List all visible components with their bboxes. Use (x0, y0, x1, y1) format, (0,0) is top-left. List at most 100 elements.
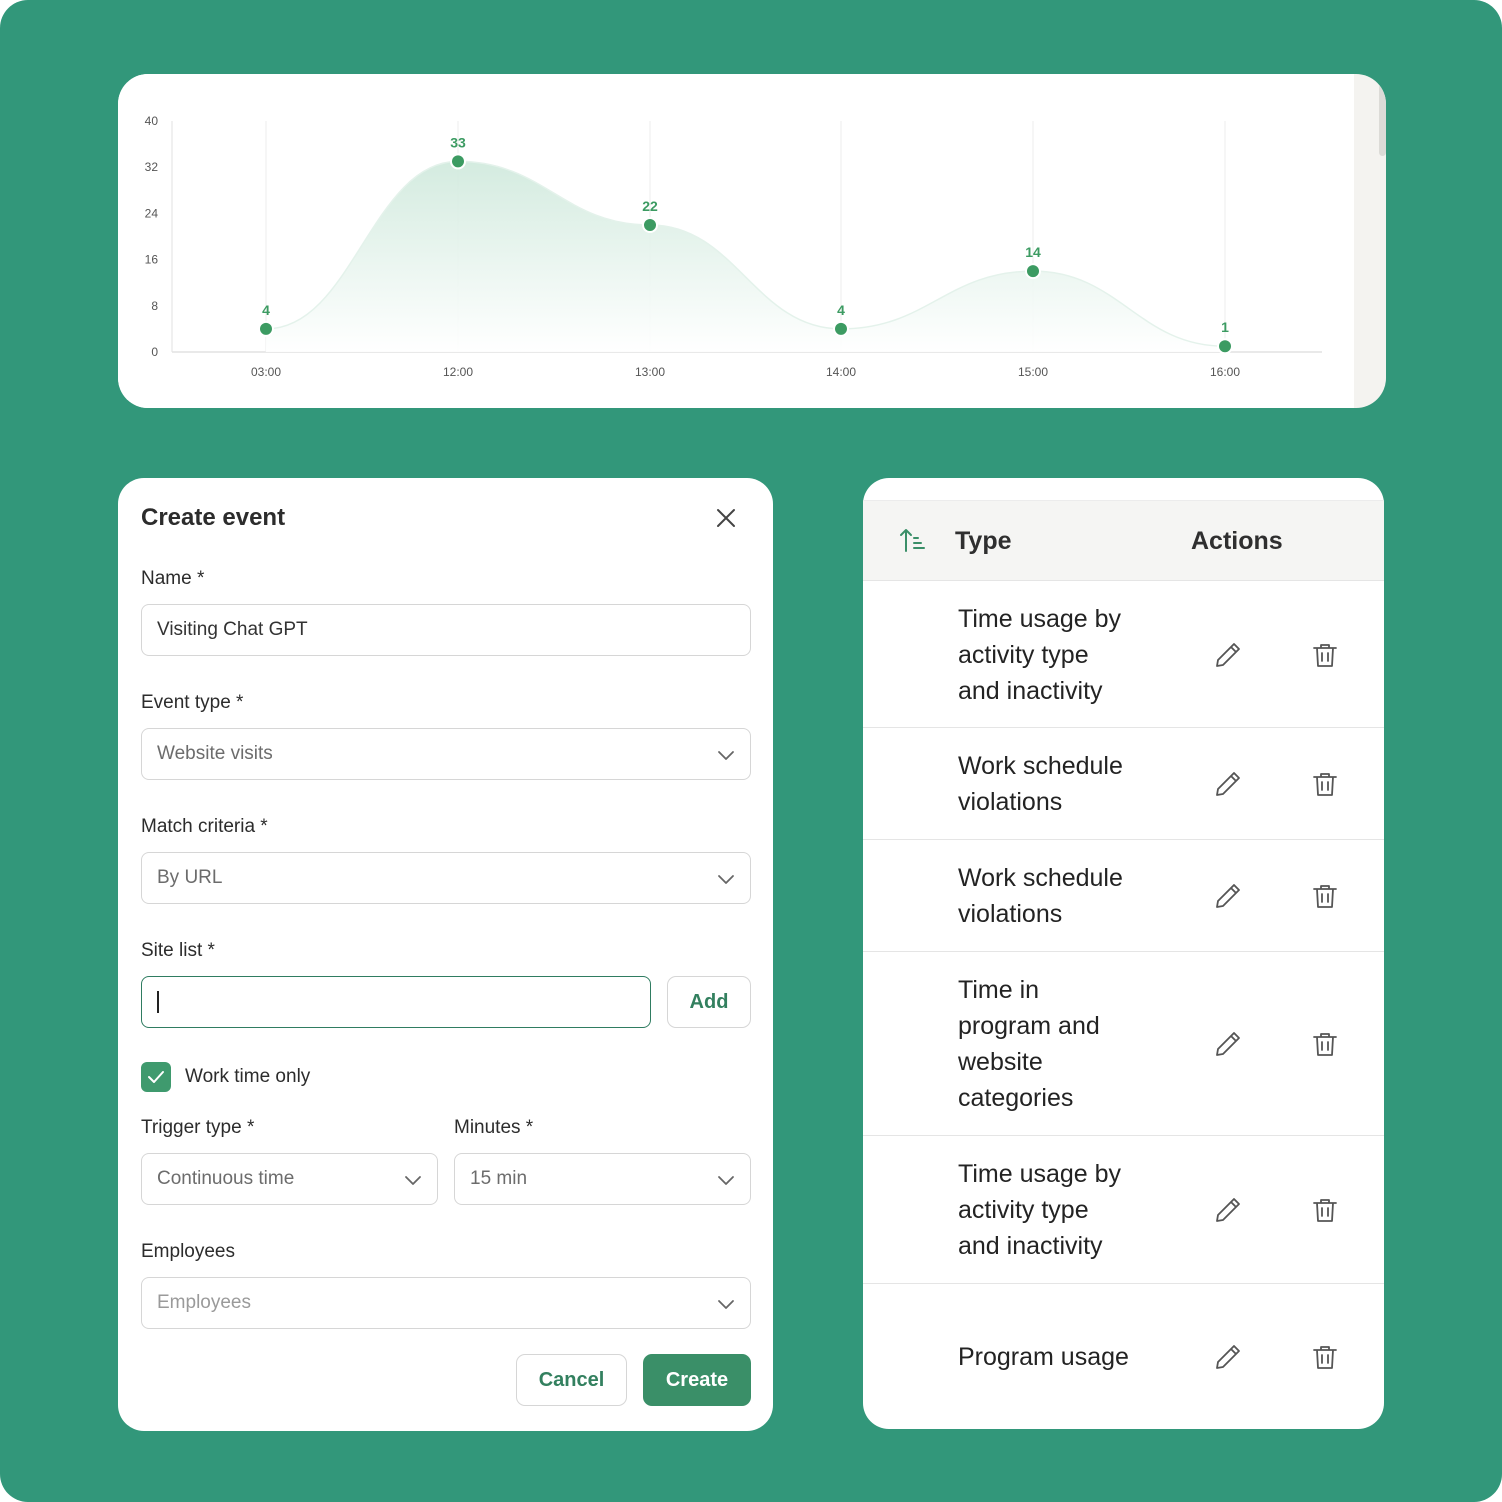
close-icon (717, 509, 735, 527)
chevron-down-icon (718, 751, 734, 760)
row-type-line: violations (958, 788, 1063, 816)
row-type-line: activity type (958, 1196, 1089, 1224)
employees-label: Employees (141, 1241, 235, 1262)
area-chart: 0 8 16 24 32 40 4 03:00 33 12:00 22 13:00 4 14:00 14 15… (145, 114, 1322, 379)
employees-select[interactable]: Employees (141, 1277, 751, 1329)
chevron-down-icon (405, 1176, 421, 1185)
minutes-value: 15 min (470, 1168, 528, 1189)
data-label: 14 (1025, 244, 1041, 260)
row-type-line: violations (958, 900, 1063, 928)
pencil-icon[interactable] (1212, 880, 1244, 912)
table-row: Work schedule violations (863, 728, 1384, 840)
close-button[interactable] (712, 504, 740, 532)
event-type-value: Website visits (157, 743, 273, 764)
row-type-line: activity type (958, 640, 1089, 669)
row-type-label: Work schedule violations (958, 860, 1158, 932)
table-row: Time usage by activity type and inactivity (863, 1136, 1384, 1284)
row-type-label: Work schedule violations (958, 748, 1158, 820)
row-type-line: website (958, 1048, 1043, 1076)
row-type-line: categories (958, 1084, 1074, 1112)
trash-icon[interactable] (1309, 1028, 1341, 1060)
data-point[interactable] (833, 320, 849, 337)
column-header-actions: Actions (1191, 527, 1283, 555)
row-type-label: Program usage (958, 1339, 1158, 1375)
chart-scrollbar[interactable] (1379, 84, 1386, 156)
pencil-icon[interactable] (1212, 639, 1244, 671)
trash-icon[interactable] (1309, 768, 1341, 800)
series-area (266, 161, 1225, 352)
row-type-line: Time in (958, 976, 1040, 1004)
chevron-down-icon (718, 1176, 734, 1185)
y-tick-label: 24 (145, 206, 159, 220)
trash-icon[interactable] (1309, 1194, 1341, 1226)
y-tick-label: 0 (151, 345, 158, 359)
trigger-type-select[interactable]: Continuous time (141, 1153, 438, 1205)
x-tick-label: 03:00 (251, 365, 281, 379)
pencil-icon[interactable] (1212, 1341, 1244, 1373)
row-type-line: Time usage by (958, 1160, 1122, 1188)
y-tick-label: 16 (145, 253, 159, 267)
y-tick-label: 32 (145, 160, 159, 174)
site-list-input[interactable] (141, 976, 651, 1028)
pencil-icon[interactable] (1212, 768, 1244, 800)
row-type-label: Time in program and website categories (958, 972, 1158, 1116)
pencil-icon[interactable] (1212, 1028, 1244, 1060)
row-type-line: and inactivity (958, 676, 1103, 705)
chevron-down-icon (718, 875, 734, 884)
row-type-line: Work schedule (958, 864, 1123, 892)
data-label: 1 (1221, 319, 1229, 335)
row-type-line: Work schedule (958, 752, 1123, 780)
employees-placeholder: Employees (157, 1292, 251, 1313)
name-label: Name * (141, 568, 205, 589)
chart-card: 0 8 16 24 32 40 4 03:00 33 12:00 22 13:00 4 14:00 14 15… (118, 74, 1386, 408)
y-tick-label: 8 (151, 299, 158, 313)
check-icon (148, 1071, 164, 1083)
match-criteria-select[interactable]: By URL (141, 852, 751, 904)
data-label: 22 (642, 198, 658, 214)
create-button[interactable]: Create (643, 1354, 751, 1406)
trash-icon[interactable] (1309, 639, 1341, 671)
trigger-type-label: Trigger type * (141, 1117, 255, 1138)
dialog-title: Create event (141, 504, 286, 531)
match-criteria-label: Match criteria * (141, 816, 268, 837)
create-event-dialog: Create event Name * Visiting Chat GPT Ev… (118, 478, 773, 1431)
name-input[interactable]: Visiting Chat GPT (141, 604, 751, 656)
data-label: 33 (450, 134, 466, 150)
table-header: Type Actions (863, 500, 1384, 581)
trash-icon[interactable] (1309, 1341, 1341, 1373)
add-button[interactable]: Add (667, 976, 751, 1028)
work-time-checkbox[interactable] (141, 1062, 171, 1092)
trash-icon[interactable] (1309, 880, 1341, 912)
y-tick-label: 40 (145, 114, 159, 128)
table-row: Time usage by activity type and inactivity (863, 581, 1384, 728)
table-row: Program usage (863, 1284, 1384, 1429)
sort-ascending-icon[interactable] (897, 525, 927, 555)
chevron-down-icon (718, 1300, 734, 1309)
data-point[interactable] (450, 153, 466, 170)
match-criteria-value: By URL (157, 867, 223, 888)
data-point[interactable] (258, 320, 274, 337)
text-cursor (157, 991, 159, 1013)
x-tick-label: 13:00 (635, 365, 665, 379)
cancel-button[interactable]: Cancel (516, 1354, 627, 1406)
minutes-select[interactable]: 15 min (454, 1153, 751, 1205)
row-type-line: Time usage by (958, 604, 1122, 633)
table-row: Time in program and website categories (863, 952, 1384, 1136)
row-type-label: Time usage by activity type and inactivity (958, 1156, 1158, 1264)
column-header-type[interactable]: Type (955, 527, 1012, 556)
row-type-line: and inactivity (958, 1232, 1103, 1260)
data-label: 4 (837, 302, 845, 318)
x-tick-label: 15:00 (1018, 365, 1048, 379)
data-label: 4 (262, 302, 270, 318)
x-tick-label: 16:00 (1210, 365, 1240, 379)
x-tick-label: 12:00 (443, 365, 473, 379)
table-row: Work schedule violations (863, 840, 1384, 952)
work-time-label: Work time only (185, 1066, 311, 1087)
pencil-icon[interactable] (1212, 1194, 1244, 1226)
data-point[interactable] (1217, 338, 1233, 355)
data-point[interactable] (642, 216, 658, 233)
data-point[interactable] (1025, 263, 1041, 280)
event-type-select[interactable]: Website visits (141, 728, 751, 780)
row-type-line: program and (958, 1012, 1100, 1040)
trigger-type-value: Continuous time (157, 1168, 295, 1189)
